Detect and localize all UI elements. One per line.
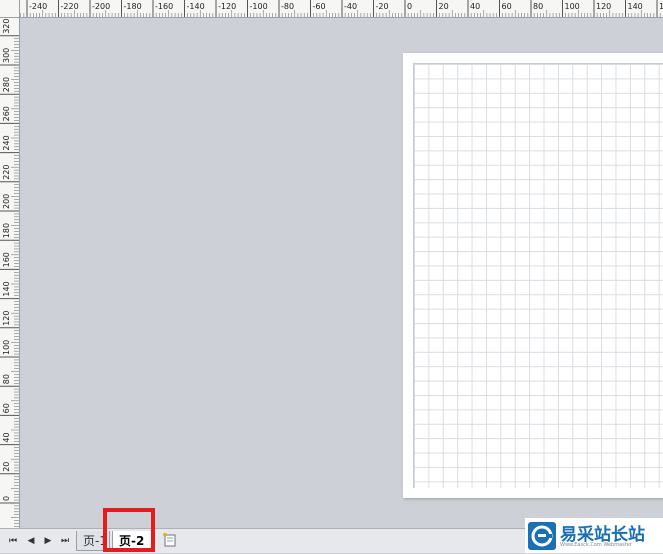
page-grid: [413, 63, 663, 488]
tab-page-1[interactable]: 页-1: [76, 531, 110, 551]
ruler-label: 140: [2, 281, 11, 296]
ruler-label: -60: [313, 2, 326, 11]
drawing-page[interactable]: [403, 53, 663, 498]
ruler-label: -220: [61, 2, 79, 11]
ruler-label: 0: [2, 496, 11, 501]
ruler-label: 160: [659, 2, 663, 11]
ruler-label: 220: [2, 165, 11, 180]
ruler-label: 140: [628, 2, 643, 11]
ruler-label: 280: [2, 77, 11, 92]
ruler-label: 320: [2, 19, 11, 34]
tab-page-2-label: 页-2: [119, 534, 145, 548]
prev-page-icon[interactable]: ◀: [24, 534, 38, 548]
tab-page-2[interactable]: 页-2: [112, 531, 152, 551]
ruler-label: 80: [2, 374, 11, 384]
drawing-canvas[interactable]: [20, 18, 663, 528]
ruler-label: 80: [533, 2, 543, 11]
ruler-label: 100: [565, 2, 580, 11]
vertical-ruler-scale: 3203002802602402202001801601401201008060…: [0, 19, 19, 527]
last-page-icon[interactable]: ⏭: [58, 534, 72, 548]
ruler-label: 120: [596, 2, 611, 11]
ruler-label: -100: [250, 2, 268, 11]
next-page-icon[interactable]: ▶: [41, 534, 55, 548]
ruler-label: -20: [376, 2, 389, 11]
ruler-label: -180: [124, 2, 142, 11]
ruler-label: 160: [2, 252, 11, 267]
ruler-label: 100: [2, 340, 11, 355]
ruler-label: 60: [502, 2, 512, 11]
ruler-corner: [0, 0, 20, 18]
tab-page-1-label: 页-1: [83, 534, 107, 548]
ruler-label: -80: [281, 2, 294, 11]
ruler-label: 200: [2, 194, 11, 209]
ruler-label: 60: [2, 403, 11, 413]
ruler-label: -40: [344, 2, 357, 11]
ruler-label: -140: [187, 2, 205, 11]
watermark-subtitle: Www.Easck.Com Webmaster: [560, 542, 632, 548]
insert-page-icon[interactable]: [162, 532, 178, 548]
horizontal-ruler-scale: -260-240-220-200-180-160-140-120-100-80-…: [0, 0, 663, 17]
ruler-label: -240: [29, 2, 47, 11]
ruler-label: 240: [2, 135, 11, 150]
site-logo-icon: [528, 522, 556, 550]
ruler-label: 40: [2, 432, 11, 442]
ruler-label: -160: [155, 2, 173, 11]
ruler-label: 20: [439, 2, 449, 11]
ruler-label: -200: [92, 2, 110, 11]
ruler-label: 260: [2, 106, 11, 121]
watermark: 易采站长站 Www.Easck.Com Webmaster: [525, 518, 663, 553]
first-page-icon[interactable]: ⏮: [6, 534, 20, 548]
ruler-label: 300: [2, 48, 11, 63]
ruler-label: 40: [470, 2, 480, 11]
ruler-label: -120: [218, 2, 236, 11]
ruler-label: 180: [2, 223, 11, 238]
ruler-label: 120: [2, 311, 11, 326]
ruler-label: 20: [2, 462, 11, 472]
ruler-label: 0: [407, 2, 412, 11]
horizontal-ruler[interactable]: -260-240-220-200-180-160-140-120-100-80-…: [0, 0, 663, 18]
vertical-ruler[interactable]: 320 300 280 260 240 220 200 180 160 140 120 100 80 60…: [0, 18, 20, 528]
